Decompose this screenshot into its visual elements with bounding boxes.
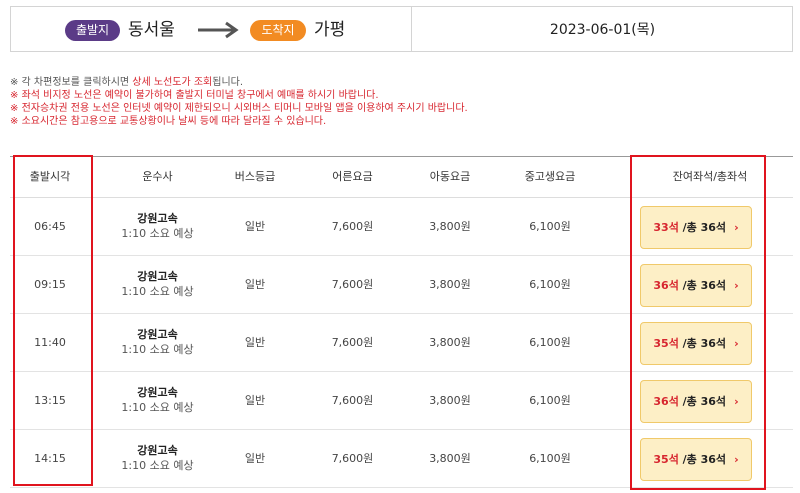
route-header: 출발지 동서울 도착지 가평 2023-06-01(목) — [10, 6, 793, 52]
table-row[interactable]: 09:15 강원고속 1:10 소요 예상 일반 7,600원 3,800원 6… — [10, 256, 793, 314]
departure-time: 13:15 — [34, 394, 66, 407]
company-cell: 강원고속 1:10 소요 예상 — [95, 430, 220, 487]
timetable: 출발시각 운수사 버스등급 어른요금 아동요금 중고생요금 잔여좌석/총좌석 0… — [10, 156, 793, 493]
seat-select-button[interactable]: 35석 /총 36석 › — [640, 322, 752, 365]
departure-time: 06:45 — [34, 220, 66, 233]
remaining-seats: 33석 — [653, 221, 679, 234]
company-cell: 강원고속 1:10 소요 예상 — [95, 256, 220, 313]
youth-fare: 6,100원 — [529, 452, 571, 465]
youth-fare: 6,100원 — [529, 278, 571, 291]
header-adult-fare: 어른요금 — [332, 170, 373, 183]
seat-select-button[interactable]: 36석 /총 36석 › — [640, 380, 752, 423]
notice-text: ※ — [10, 90, 22, 101]
company-name: 강원고속 — [137, 328, 178, 341]
adult-fare: 7,600원 — [331, 336, 374, 349]
company-name: 강원고속 — [137, 444, 178, 457]
youth-fare: 6,100원 — [529, 220, 571, 233]
notice-item: ※ 전자승차권 전용 노선은 인터넷 예약이 제한되오니 시외버스 티머니 모바… — [10, 102, 790, 115]
notice-item: ※ 좌석 비지정 노선은 예약이 불가하여 출발지 터미널 창구에서 예매를 하… — [10, 89, 790, 102]
arrow-right-icon — [198, 21, 239, 39]
departure-date: 2023-06-01(목) — [549, 22, 656, 38]
trip-duration: 1:10 소요 예상 — [121, 285, 194, 298]
remaining-seats: 36석 — [653, 279, 679, 292]
header-seats: 잔여좌석/총좌석 — [672, 170, 748, 183]
trip-duration: 1:10 소요 예상 — [121, 401, 194, 414]
bus-grade: 일반 — [244, 452, 266, 465]
trip-duration: 1:10 소요 예상 — [121, 343, 194, 356]
header-child-fare: 아동요금 — [429, 170, 471, 183]
notice-text: 됩니다. — [212, 77, 244, 88]
child-fare: 3,800원 — [429, 394, 471, 407]
notice-item: ※ 소요시간은 참고용으로 교통상황이나 날씨 등에 따라 달라질 수 있습니다… — [10, 115, 790, 128]
adult-fare: 7,600원 — [331, 452, 374, 465]
notice-text: ※ 각 차편정보를 클릭하시면 — [10, 77, 133, 88]
arrival-badge: 도착지 — [250, 20, 306, 41]
chevron-right-icon: › — [734, 453, 739, 466]
notice-text: ※ — [10, 103, 22, 114]
notice-text: 되오니 시외버스 티머니 모바일 앱을 이용하여 주시기 바랍니다. — [203, 103, 468, 114]
adult-fare: 7,600원 — [331, 394, 374, 407]
company-cell: 강원고속 1:10 소요 예상 — [95, 314, 220, 371]
adult-fare: 7,600원 — [331, 278, 374, 291]
notice-list: ※ 각 차편정보를 클릭하시면 상세 노선도가 조회됩니다. ※ 좌석 비지정 … — [10, 76, 790, 128]
remaining-seats: 36석 — [653, 395, 679, 408]
table-header: 출발시각 운수사 버스등급 어른요금 아동요금 중고생요금 잔여좌석/총좌석 — [10, 157, 793, 198]
youth-fare: 6,100원 — [529, 394, 571, 407]
table-row[interactable]: 06:45 강원고속 1:10 소요 예상 일반 7,600원 3,800원 6… — [10, 198, 793, 256]
header-departure-time: 출발시각 — [29, 170, 71, 183]
chevron-right-icon: › — [734, 221, 739, 234]
chevron-right-icon: › — [734, 337, 739, 350]
company-name: 강원고속 — [137, 212, 178, 225]
company-cell: 강원고속 1:10 소요 예상 — [95, 198, 220, 255]
notice-item: ※ 각 차편정보를 클릭하시면 상세 노선도가 조회됩니다. — [10, 76, 790, 89]
notice-text: 하여 출발지 터미널 창구에서 예매를 하시기 바랍니다. — [153, 90, 379, 101]
total-seats: /총 36석 — [678, 221, 727, 234]
departure-time: 11:40 — [34, 336, 66, 349]
youth-fare: 6,100원 — [529, 336, 571, 349]
bus-grade: 일반 — [244, 336, 266, 349]
company-name: 강원고속 — [137, 386, 178, 399]
company-cell: 강원고속 1:10 소요 예상 — [95, 372, 220, 429]
child-fare: 3,800원 — [429, 220, 471, 233]
notice-highlight: 소요시간은 참고용으로 교통상황이나 날씨 등에 따라 달라질 수 — [21, 116, 284, 127]
chevron-right-icon: › — [734, 279, 739, 292]
trip-duration: 1:10 소요 예상 — [121, 459, 194, 472]
seat-select-button[interactable]: 36석 /총 36석 › — [640, 264, 752, 307]
trip-duration: 1:10 소요 예상 — [121, 227, 194, 240]
table-row[interactable]: 13:15 강원고속 1:10 소요 예상 일반 7,600원 3,800원 6… — [10, 372, 793, 430]
total-seats: /총 36석 — [678, 337, 727, 350]
notice-text: ※ — [10, 116, 22, 127]
notice-text: 있습니다. — [283, 116, 327, 127]
bus-grade: 일반 — [244, 220, 266, 233]
adult-fare: 7,600원 — [331, 220, 374, 233]
total-seats: /총 36석 — [678, 453, 727, 466]
header-company: 운수사 — [142, 170, 173, 183]
seat-select-button[interactable]: 35석 /총 36석 › — [640, 438, 752, 481]
bus-grade: 일반 — [244, 394, 266, 407]
company-name: 강원고속 — [137, 270, 178, 283]
departure-time: 14:15 — [34, 452, 66, 465]
seat-select-button[interactable]: 33석 /총 36석 › — [640, 206, 752, 249]
notice-highlight: 좌석 비지정 노선은 예약이 불가 — [21, 90, 154, 101]
remaining-seats: 35석 — [653, 337, 679, 350]
remaining-seats: 35석 — [653, 453, 679, 466]
total-seats: /총 36석 — [678, 395, 727, 408]
table-row[interactable]: 14:15 강원고속 1:10 소요 예상 일반 7,600원 3,800원 6… — [10, 430, 793, 488]
header-bus-grade: 버스등급 — [234, 170, 276, 183]
header-youth-fare: 중고생요금 — [524, 170, 576, 183]
total-seats: /총 36석 — [678, 279, 727, 292]
departure-city: 동서울 — [128, 20, 175, 40]
child-fare: 3,800원 — [429, 278, 471, 291]
departure-time: 09:15 — [34, 278, 66, 291]
departure-badge: 출발지 — [65, 20, 120, 41]
table-row[interactable]: 11:40 강원고속 1:10 소요 예상 일반 7,600원 3,800원 6… — [10, 314, 793, 372]
notice-highlight: 전자승차권 전용 노선은 인터넷 예약이 제한 — [21, 103, 204, 114]
child-fare: 3,800원 — [429, 336, 471, 349]
chevron-right-icon: › — [734, 395, 739, 408]
notice-highlight: 상세 노선도가 조회 — [132, 77, 213, 88]
child-fare: 3,800원 — [429, 452, 471, 465]
arrival-city: 가평 — [314, 20, 346, 40]
bus-grade: 일반 — [244, 278, 266, 291]
